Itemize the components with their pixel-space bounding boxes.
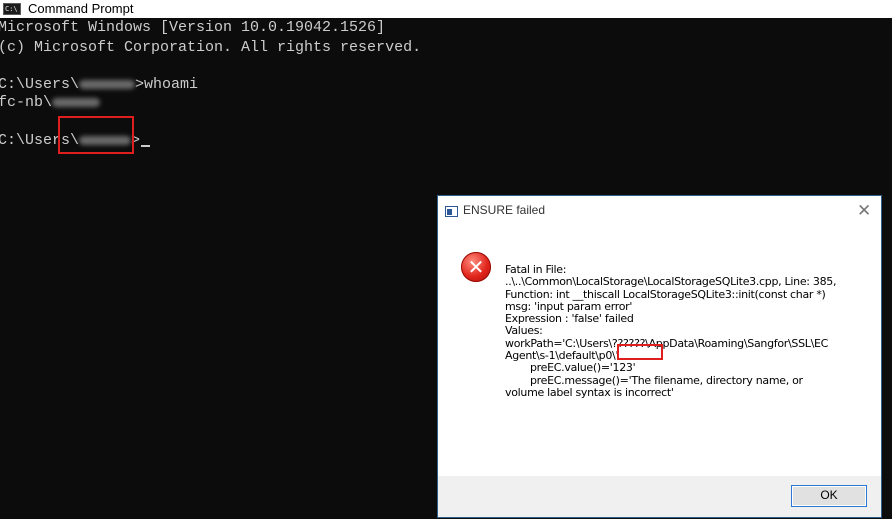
ensure-failed-dialog: ENSURE failed ✕ ✕ Fatal in File: ..\..\C… bbox=[437, 195, 882, 518]
message-line: ..\..\Common\LocalStorage\LocalStorageSQ… bbox=[505, 275, 837, 289]
redacted-username bbox=[79, 79, 136, 89]
console-line-copyright: (c) Microsoft Corporation. All rights re… bbox=[0, 39, 422, 56]
text-cursor bbox=[141, 145, 151, 147]
error-icon: ✕ bbox=[461, 252, 491, 282]
ok-button[interactable]: OK bbox=[791, 485, 867, 507]
command-text: >whoami bbox=[135, 76, 199, 93]
console-line-output: fc-nb\ bbox=[0, 94, 101, 112]
message-line: preEC.value()='123' bbox=[530, 361, 636, 375]
dialog-title: ENSURE failed bbox=[463, 203, 546, 217]
dialog-message: Fatal in File: ..\..\Common\LocalStorage… bbox=[505, 263, 860, 399]
window-title: Command Prompt bbox=[28, 1, 134, 16]
dialog-titlebar[interactable]: ENSURE failed ✕ bbox=[438, 196, 881, 228]
console-icon: C:\ bbox=[3, 3, 21, 15]
message-line: Values: bbox=[505, 324, 543, 338]
prompt-path: C:\Users\ bbox=[0, 76, 80, 93]
message-line: Expression : 'false' failed bbox=[505, 312, 634, 326]
message-line: volume label syntax is incorrect' bbox=[505, 385, 674, 399]
redacted-username bbox=[52, 97, 101, 107]
console-line-whoami: C:\Users\ >whoami bbox=[0, 76, 198, 94]
dialog-footer: OK bbox=[438, 476, 881, 517]
window-titlebar[interactable]: C:\ Command Prompt bbox=[0, 0, 892, 18]
whoami-output: fc-nb\ bbox=[0, 94, 53, 111]
close-icon[interactable]: ✕ bbox=[857, 202, 871, 220]
console-line-version: Microsoft Windows [Version 10.0.19042.15… bbox=[0, 19, 386, 36]
window-icon bbox=[445, 206, 458, 217]
highlight-username-box bbox=[58, 116, 134, 154]
highlight-path-box bbox=[617, 344, 663, 360]
